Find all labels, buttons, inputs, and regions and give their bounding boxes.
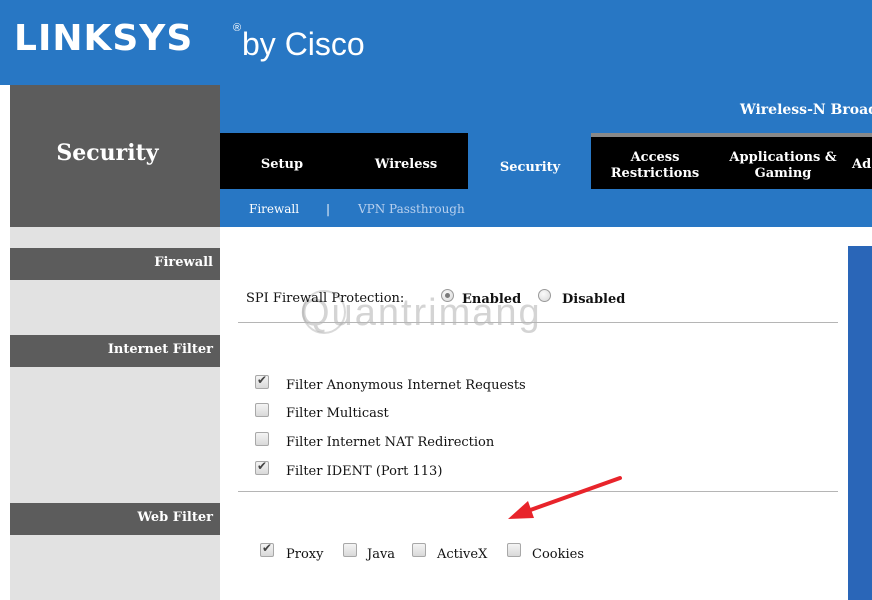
proxy-checkbox[interactable] — [260, 541, 274, 557]
tab-applications-gaming[interactable]: Applications & Gaming — [724, 150, 842, 182]
sidebar-gap — [10, 367, 220, 503]
subnav-vpn-passthrough[interactable]: VPN Passthrough — [358, 202, 465, 216]
sub-navigation — [220, 189, 872, 227]
java-checkbox[interactable] — [343, 543, 357, 557]
filter-anonymous-label: Filter Anonymous Internet Requests — [286, 378, 526, 393]
sidebar-gap — [10, 280, 220, 335]
page-title: Security — [56, 140, 159, 166]
registered-mark: ® — [233, 22, 242, 34]
spi-enabled-radio[interactable] — [441, 289, 454, 302]
right-stripe — [848, 246, 872, 600]
tab-separator — [591, 133, 872, 137]
linksys-logo: LINKSYS — [14, 18, 194, 59]
subnav-firewall[interactable]: Firewall — [249, 202, 299, 216]
spi-enabled-label: Enabled — [462, 292, 522, 307]
sidebar-heading-internet-filter: Internet Filter — [10, 335, 220, 367]
filter-nat-redirection-checkbox[interactable] — [255, 432, 269, 446]
java-label: Java — [367, 547, 396, 562]
red-arrow-annotation — [508, 476, 622, 519]
sidebar-heading-firewall: Firewall — [10, 248, 220, 280]
subnav-separator: | — [326, 202, 331, 216]
tab-administration[interactable]: Ad — [852, 157, 872, 173]
sidebar-gap — [10, 535, 220, 600]
tab-security[interactable]: Security — [480, 160, 580, 176]
sidebar-gap — [10, 227, 220, 248]
tab-wireless[interactable]: Wireless — [356, 157, 456, 173]
filter-ident-label: Filter IDENT (Port 113) — [286, 464, 443, 479]
filter-multicast-checkbox[interactable] — [255, 403, 269, 417]
spi-disabled-label: Disabled — [562, 292, 626, 307]
spi-disabled-radio[interactable] — [538, 289, 551, 302]
divider — [238, 322, 838, 323]
tab-access-restrictions[interactable]: Access Restrictions — [603, 150, 707, 182]
cookies-checkbox[interactable] — [507, 543, 521, 557]
tab-setup[interactable]: Setup — [232, 157, 332, 173]
spi-firewall-label: SPI Firewall Protection: — [246, 291, 405, 306]
activex-checkbox[interactable] — [412, 543, 426, 557]
filter-nat-redirection-label: Filter Internet NAT Redirection — [286, 435, 495, 450]
cookies-label: Cookies — [532, 547, 584, 562]
activex-label: ActiveX — [437, 547, 488, 562]
filter-ident-checkbox[interactable] — [255, 459, 269, 475]
filter-multicast-label: Filter Multicast — [286, 406, 389, 421]
product-name: Wireless-N Broad — [740, 102, 872, 118]
logo-subtitle: by Cisco — [242, 26, 365, 62]
sidebar-heading-web-filter: Web Filter — [10, 503, 220, 535]
proxy-label: Proxy — [286, 547, 324, 562]
filter-anonymous-checkbox[interactable] — [255, 373, 269, 389]
